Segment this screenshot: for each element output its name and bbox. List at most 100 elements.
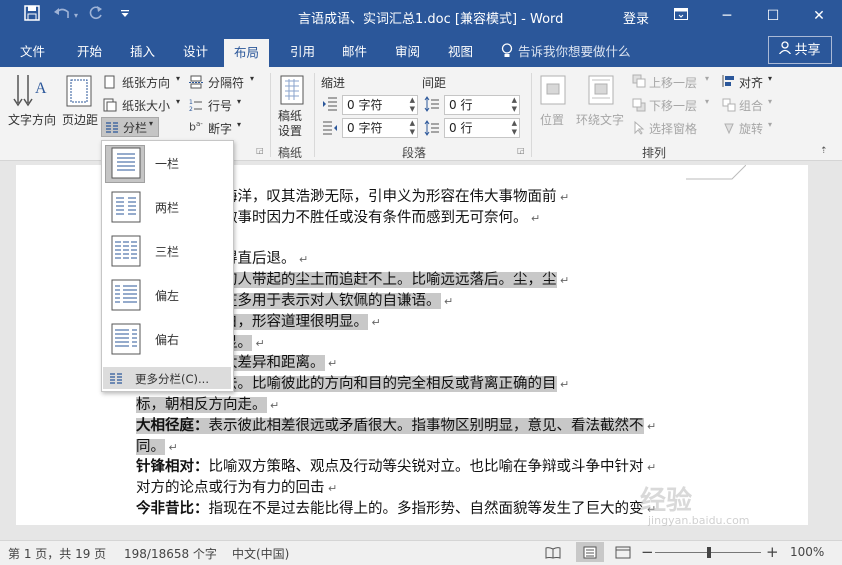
svg-text:1: 1 [189, 99, 193, 106]
watermark: 经验 jingyan.baidu.com [640, 480, 760, 530]
idiom-term: 大相径庭： [136, 417, 209, 434]
text-direction-label: 文字方向 [8, 113, 57, 127]
columns-menu-item-label: 偏左 [155, 289, 180, 303]
columns-menu-item-left[interactable]: 偏左 [102, 273, 233, 317]
zoom-slider-thumb[interactable] [707, 547, 711, 558]
close-button[interactable]: ✕ [796, 0, 842, 33]
manuscript-settings-button[interactable]: 稿纸 设置 [276, 71, 310, 139]
chevron-down-icon: ▾ [149, 119, 154, 128]
dialog-launcher-icon[interactable]: ◲ [256, 146, 264, 155]
document-line[interactable]: 今非昔比：指现在不是过去能比得上的。多指形势、自然面貌等发生了巨大的变 ↵ [136, 499, 656, 520]
dialog-launcher-icon[interactable]: ◲ [517, 146, 525, 155]
breaks-label: 分隔符 [208, 76, 245, 90]
spinner-icon[interactable]: ▲ ▼ [410, 96, 415, 114]
align-icon [722, 75, 734, 87]
document-line[interactable]: 标，朝相反方向走。 ↵ [136, 395, 279, 416]
zoom-in-button[interactable]: + [766, 543, 779, 561]
spacing-before-icon [424, 96, 439, 112]
document-line[interactable]: 同。 ↵ [136, 437, 178, 458]
indent-right-value: 0 字符 [347, 121, 383, 135]
columns-menu-item-three[interactable]: 三栏 [102, 229, 233, 273]
size-label: 纸张大小 [122, 99, 171, 113]
orientation-icon [104, 75, 115, 89]
ribbon-tabs: 文件 开始 插入 设计 布局 引用 邮件 审阅 视图 告诉我你想要做什么 共享 [0, 33, 842, 67]
print-layout-icon[interactable] [576, 542, 604, 562]
tab-home[interactable]: 开始 [77, 41, 102, 60]
spacing-before-input[interactable]: 0 行 ▲ ▼ [444, 95, 520, 115]
spacing-after-input[interactable]: 0 行 ▲ ▼ [444, 118, 520, 138]
tab-design[interactable]: 设计 [183, 41, 208, 60]
right-column-icon [111, 323, 141, 355]
spinner-icon[interactable]: ▲ ▼ [512, 119, 517, 137]
spinner-icon[interactable]: ▲ ▼ [410, 119, 415, 137]
watermark-logo-text: 经验 [640, 486, 693, 516]
idiom-definition: 表示彼此相差很远或矛盾很大。指事物区别明显，意见、看法截然不 [208, 417, 644, 434]
columns-menu-item-two[interactable]: 两栏 [102, 185, 233, 229]
tab-references[interactable]: 引用 [290, 41, 315, 60]
tab-layout[interactable]: 布局 [224, 39, 270, 67]
align-label: 对齐 [739, 76, 764, 90]
document-line[interactable]: 对方的论点或行为有力的回击 ↵ [136, 478, 337, 499]
margins-label: 页边距 [62, 113, 99, 127]
collapse-ribbon-icon[interactable]: ⇡ [820, 146, 828, 156]
line-text: 针锋相对：比喻双方策略、观点及行动等尖锐对立。也比喻在争辩或斗争中针对 [136, 459, 644, 475]
document-line[interactable]: 针锋相对：比喻双方策略、观点及行动等尖锐对立。也比喻在争辩或斗争中针对 ↵ [136, 457, 656, 478]
tell-me-search[interactable]: 告诉我你想要做什么 [518, 41, 631, 60]
zoom-out-button[interactable]: − [641, 543, 654, 561]
tab-mailings[interactable]: 邮件 [342, 41, 367, 60]
spacing-after-icon [424, 120, 439, 136]
columns-menu-item-one[interactable]: 一栏 [102, 141, 233, 185]
tab-file[interactable]: 文件 [20, 41, 45, 60]
idiom-definition: 同。 [136, 438, 165, 455]
spacing-after-value: 0 行 [449, 121, 473, 135]
language-status[interactable]: 中文(中国) [232, 545, 289, 562]
login-link[interactable]: 登录 [623, 8, 649, 27]
share-button[interactable]: 共享 [768, 36, 832, 64]
wrap-text-button[interactable]: 环绕文字 [576, 71, 626, 137]
tab-view[interactable]: 视图 [448, 41, 473, 60]
columns-menu-item-right[interactable]: 偏右 [102, 317, 233, 361]
chevron-down-icon: ▾ [250, 74, 255, 83]
manuscript-settings-label: 稿纸 设置 [278, 109, 303, 138]
customize-icon[interactable] [113, 5, 137, 27]
tab-review[interactable]: 审阅 [395, 41, 420, 60]
paragraph-mark-icon: ↵ [295, 253, 309, 267]
bring-forward-icon [632, 74, 646, 88]
share-label: 共享 [794, 43, 821, 58]
svg-text:A: A [35, 80, 47, 97]
indent-right-input[interactable]: 0 字符 ▲ ▼ [342, 118, 418, 138]
ribbon-display-icon[interactable] [658, 0, 704, 33]
document-line[interactable]: 大相径庭：表示彼此相差很远或矛盾很大。指事物区别明显，意见、看法截然不 ↵ [136, 416, 656, 437]
more-columns-button[interactable]: 更多分栏(C)... [103, 367, 231, 389]
undo-dropdown-icon[interactable]: ▾ [71, 5, 81, 27]
idiom-definition: 对方的论点或行为有力的回击 [136, 480, 325, 497]
zoom-level[interactable]: 100% [790, 545, 824, 559]
paragraph-mark-icon: ↵ [556, 274, 570, 288]
arrange-group-label: 排列 [642, 146, 667, 160]
redo-icon[interactable] [84, 5, 108, 27]
text-direction-button[interactable]: A 文字方向 [8, 71, 56, 127]
word-count[interactable]: 198/18658 个字 [124, 545, 217, 562]
indent-left-input[interactable]: 0 字符 ▲ ▼ [342, 95, 418, 115]
tab-insert[interactable]: 插入 [130, 41, 155, 60]
breaks-icon [189, 75, 203, 89]
one-column-icon [111, 147, 141, 179]
chevron-down-icon: ▾ [237, 120, 242, 129]
paragraph-mark-icon: ↵ [324, 482, 338, 496]
page-count[interactable]: 第 1 页，共 19 页 [8, 545, 106, 562]
line-numbers-icon: 12 [189, 99, 202, 112]
columns-button[interactable]: 分栏 ▾ [101, 117, 159, 137]
group-label: 组合 [739, 99, 764, 113]
position-button[interactable]: 位置 [536, 71, 570, 137]
vertical-scrollbar[interactable] [808, 161, 824, 539]
minimize-button[interactable]: ─ [704, 0, 750, 33]
columns-menu: 一栏 两栏 三栏 偏左 偏右 更多分栏(C)... [101, 140, 234, 392]
divider [270, 73, 271, 157]
spinner-icon[interactable]: ▲ ▼ [512, 96, 517, 114]
restore-button[interactable]: ☐ [750, 0, 796, 33]
web-layout-icon[interactable] [615, 546, 631, 562]
columns-label: 分栏 [123, 121, 148, 135]
read-mode-icon[interactable] [545, 546, 561, 562]
margins-button[interactable]: 页边距 [62, 71, 102, 127]
save-icon[interactable] [20, 5, 44, 27]
